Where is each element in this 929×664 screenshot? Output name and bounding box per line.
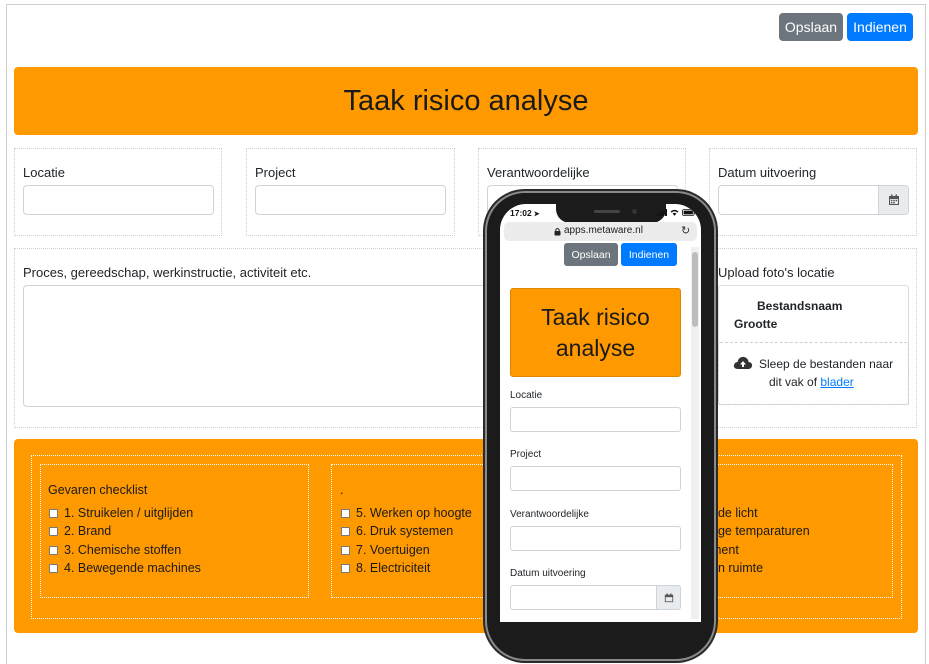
location-arrow-icon: ➤ <box>531 211 540 218</box>
checkbox[interactable] <box>341 545 350 555</box>
checklist-item-label: 7. Voertuigen <box>356 543 430 557</box>
checklist-item[interactable]: 5. Werken op hoogte <box>341 506 472 520</box>
checklist-item[interactable]: 7. Voertuigen <box>341 543 430 557</box>
battery-icon <box>682 209 696 216</box>
phone-responsible-input[interactable] <box>510 526 681 551</box>
phone-date-label: Datum uitvoering <box>510 568 586 579</box>
location-label: Locatie <box>23 165 65 180</box>
responsible-label: Verantwoordelijke <box>487 165 590 180</box>
phone-title-line2: analyse <box>555 334 636 361</box>
speaker-grille <box>594 210 620 213</box>
cloud-upload-icon <box>733 356 753 369</box>
lock-icon <box>554 228 561 236</box>
date-picker-button[interactable] <box>878 185 909 215</box>
checkbox[interactable] <box>341 526 350 536</box>
phone-project-input[interactable] <box>510 466 681 491</box>
checklist-item-label: 5. Werken op hoogte <box>356 506 472 520</box>
phone-location-input[interactable] <box>510 407 681 432</box>
phone-title-banner: Taak risico analyse <box>510 288 681 377</box>
scrollbar-thumb[interactable] <box>692 252 698 327</box>
phone-submit-button[interactable]: Indienen <box>621 243 677 266</box>
size-column-header: Grootte <box>734 317 778 331</box>
checklist-col2-title: . <box>340 483 344 497</box>
phone-location-label: Locatie <box>510 390 543 401</box>
checklist-item[interactable]: 2. Brand <box>49 524 111 538</box>
checklist-item[interactable]: 6. Druk systemen <box>341 524 453 538</box>
checklist-item[interactable]: 1. Struikelen / uitglijden <box>49 506 193 520</box>
checklist-item[interactable]: 4. Bewegende machines <box>49 561 201 575</box>
filename-column-header: Bestandsnaam <box>757 299 843 313</box>
phone-save-button[interactable]: Opslaan <box>564 243 618 266</box>
status-time: 17:02 ➤ <box>510 208 540 218</box>
phone-screen: 17:02 ➤ apps.metaware.nl ↻ Opslaan Indie… <box>500 204 701 622</box>
front-camera <box>632 209 637 214</box>
process-label: Proces, gereedschap, werkinstructie, act… <box>23 265 312 280</box>
drop-text-prefix: dit vak of <box>769 375 818 389</box>
signal-icon <box>657 209 667 216</box>
status-time-text: 17:02 <box>510 208 532 218</box>
browse-link[interactable]: blader <box>820 375 853 389</box>
status-icons <box>657 209 696 216</box>
checklist-item-label: 8. Electriciteit <box>356 561 431 575</box>
checklist-item-label-partial: nde licht <box>711 506 758 520</box>
phone-date-input[interactable] <box>510 585 657 610</box>
checklist-title: Gevaren checklist <box>48 483 148 497</box>
phone-mockup: 17:02 ➤ apps.metaware.nl ↻ Opslaan Indie… <box>487 193 714 659</box>
checklist-item-label: 6. Druk systemen <box>356 524 454 538</box>
project-label: Project <box>255 165 296 180</box>
title-banner: Taak risico analyse <box>14 67 918 135</box>
checklist-item-label: 4. Bewegende machines <box>64 561 201 575</box>
reload-icon[interactable]: ↻ <box>681 224 690 237</box>
checklist-item-label: 3. Chemische stoffen <box>64 543 182 557</box>
checkbox[interactable] <box>341 508 350 518</box>
checkbox[interactable] <box>49 545 58 555</box>
phone-responsible-label: Verantwoordelijke <box>510 509 589 520</box>
phone-project-label: Project <box>510 449 542 460</box>
location-input[interactable] <box>23 185 214 215</box>
submit-button[interactable]: Indienen <box>847 13 913 41</box>
browser-url: apps.metaware.nl <box>564 225 643 236</box>
project-input[interactable] <box>255 185 446 215</box>
checkbox[interactable] <box>49 526 58 536</box>
phone-title-line1: Taak risico <box>541 303 650 330</box>
wifi-icon <box>670 209 679 216</box>
drop-text-line2: dit vak of blader <box>769 375 854 389</box>
upload-label: Upload foto's locatie <box>718 265 835 280</box>
drop-zone[interactable] <box>718 342 909 405</box>
phone-date-picker-button[interactable] <box>656 585 681 610</box>
checkbox[interactable] <box>341 563 350 573</box>
checklist-item-label: 2. Brand <box>64 524 112 538</box>
checklist-item[interactable]: 8. Electriciteit <box>341 561 430 575</box>
checklist-item-label-partial: oge temparaturen <box>711 524 810 538</box>
calendar-icon <box>888 194 899 205</box>
checklist-item-label-partial: ment <box>711 543 739 557</box>
calendar-icon <box>664 592 673 602</box>
date-input[interactable] <box>718 185 880 215</box>
checklist-item-label-partial: en ruimte <box>711 561 764 575</box>
checklist-item-label: 1. Struikelen / uitglijden <box>64 506 194 520</box>
checkbox[interactable] <box>49 508 58 518</box>
phone-notch <box>556 204 666 223</box>
page-title: Taak risico analyse <box>343 84 589 117</box>
save-button[interactable]: Opslaan <box>779 13 843 41</box>
checkbox[interactable] <box>49 563 58 573</box>
drop-text-line1: Sleep de bestanden naar <box>759 357 894 371</box>
checklist-item[interactable]: 3. Chemische stoffen <box>49 543 181 557</box>
date-label: Datum uitvoering <box>718 165 817 180</box>
